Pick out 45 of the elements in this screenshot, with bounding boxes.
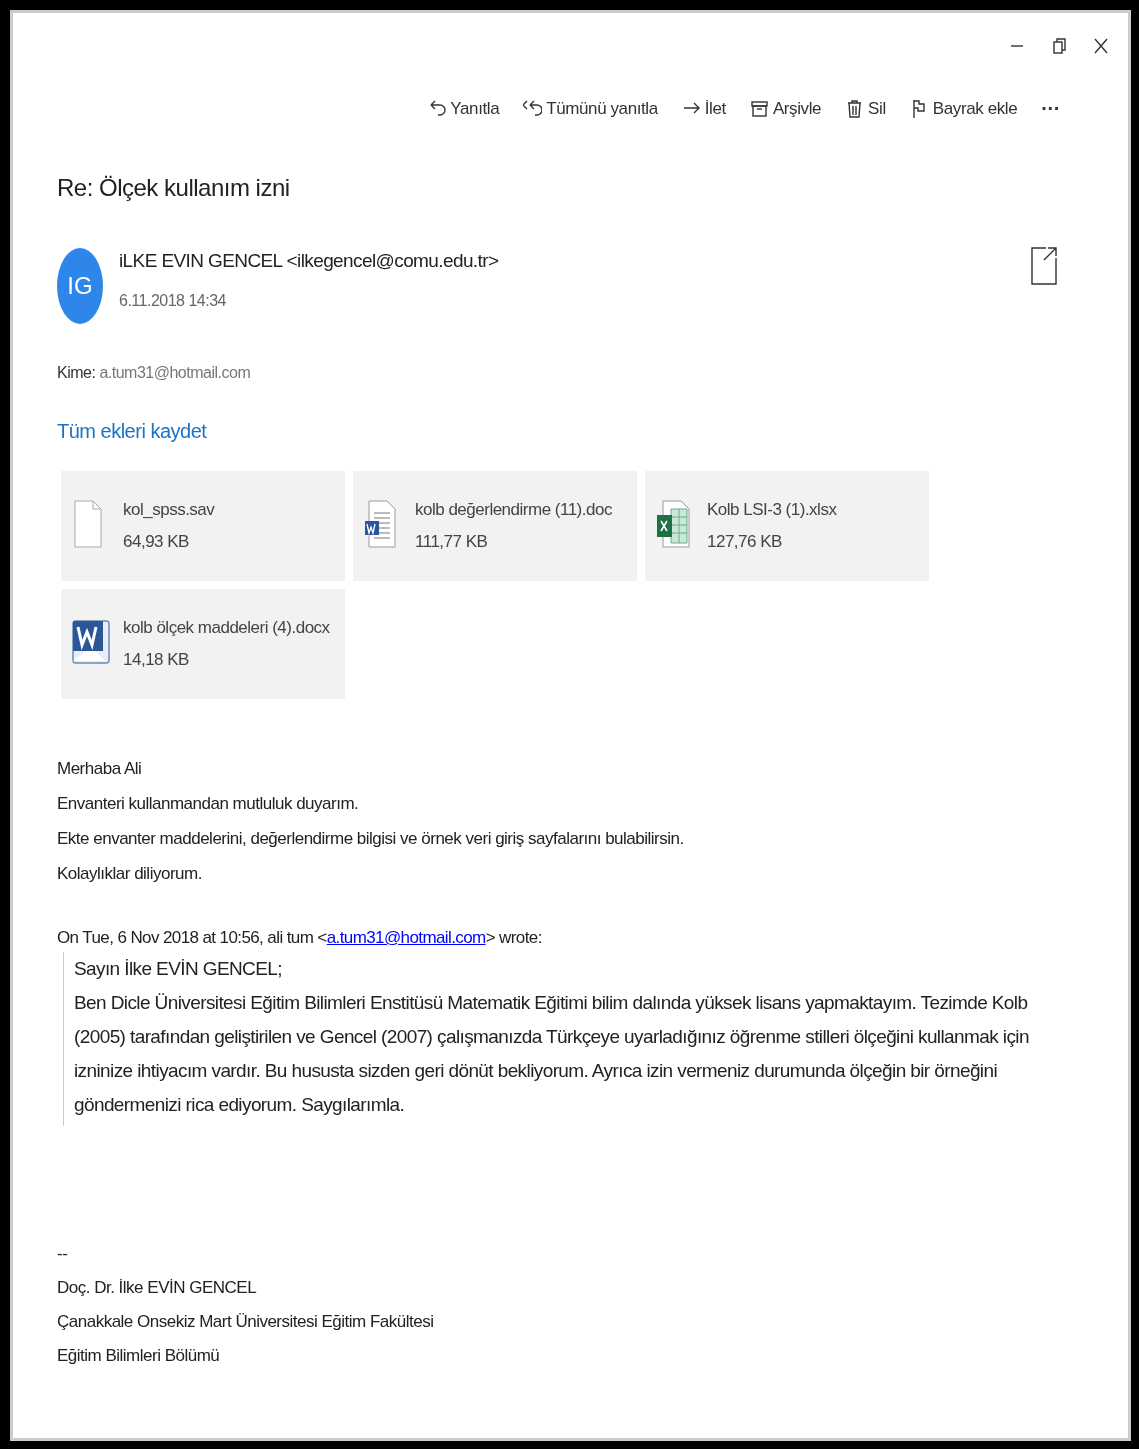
email-subject: Re: Ölçek kullanım izni bbox=[57, 174, 290, 202]
restore-icon[interactable] bbox=[1050, 37, 1068, 55]
attachment-card[interactable]: Kolb LSI-3 (1).xlsx 127,76 KB bbox=[645, 471, 929, 581]
attachment-card[interactable]: kol_spss.sav 64,93 KB bbox=[61, 471, 345, 581]
email-link[interactable]: a.tum31@hotmail.com bbox=[326, 928, 486, 947]
signature-text: Eğitim Bilimleri Bölümü bbox=[57, 1346, 220, 1366]
toolbar-button[interactable]: Arşivle bbox=[747, 95, 824, 122]
quote-header-text: > wrote: bbox=[485, 928, 542, 947]
body-text: Envanteri kullanmandan mutluluk duyarım. bbox=[57, 794, 359, 814]
attachment-name: Kolb LSI-3 (1).xlsx bbox=[707, 500, 837, 520]
reply-all-icon bbox=[523, 98, 543, 119]
attachment-size: 14,18 KB bbox=[123, 650, 190, 670]
sender-name: iLKE EVIN GENCEL <ilkegencel@comu.edu.tr> bbox=[119, 250, 499, 272]
archive-icon bbox=[749, 98, 769, 119]
signature-text: -- bbox=[57, 1244, 68, 1264]
sent-date: 6.11.2018 14:34 bbox=[119, 292, 226, 310]
close-icon[interactable] bbox=[1092, 37, 1110, 55]
attachment-name: kol_spss.sav bbox=[123, 500, 215, 520]
attachment-name: kolb değerlendirme (11).doc bbox=[415, 500, 612, 520]
toolbar-button[interactable]: İlet bbox=[679, 95, 728, 122]
attachment-card[interactable]: kolb ölçek maddeleri (4).docx 14,18 KB bbox=[61, 589, 345, 699]
recipient-label: Kime: bbox=[57, 364, 96, 382]
toolbar-button[interactable]: Yanıtla bbox=[425, 95, 502, 122]
attachment-card[interactable]: kolb değerlendirme (11).doc 111,77 KB bbox=[353, 471, 637, 581]
toolbar-button[interactable]: Sil bbox=[843, 95, 888, 122]
toolbar-button[interactable]: Bayrak ekle bbox=[907, 95, 1020, 122]
body-text: Kolaylıklar diliyorum. bbox=[57, 864, 202, 884]
avatar: IG bbox=[57, 248, 103, 324]
attachment-name: kolb ölçek maddeleri (4).docx bbox=[123, 618, 330, 638]
quoted-text: Sayın İlke EVİN GENCEL; bbox=[74, 957, 283, 981]
attachment-size: 64,93 KB bbox=[123, 532, 190, 552]
signature-text: Doç. Dr. İlke EVİN GENCEL bbox=[57, 1278, 257, 1298]
toolbar-button[interactable]: Tümünü yanıtla bbox=[521, 95, 660, 122]
body-text: Ekte envanter maddelerini, değerlendirme bilgisi ve örnek veri giriş sayfalarını bulabilirsin. bbox=[57, 829, 684, 849]
recipient-address: a.tum31@hotmail.com bbox=[99, 364, 251, 382]
more-button[interactable]: ··· bbox=[1039, 95, 1062, 122]
body-text: Merhaba Ali bbox=[57, 759, 142, 779]
pop-out-icon[interactable] bbox=[1030, 246, 1058, 286]
signature-text: Çanakkale Onsekiz Mart Üniversitesi Eğitim Fakültesi bbox=[57, 1312, 434, 1332]
quote-header-text: On Tue, 6 Nov 2018 at 10:56, ali tum < bbox=[57, 928, 327, 947]
word-icon bbox=[71, 617, 111, 667]
attachment-size: 111,77 KB bbox=[415, 532, 489, 552]
save-all-link[interactable]: Tüm ekleri kaydet bbox=[57, 420, 207, 443]
quoted-text: Ben Dicle Üniversitesi Eğitim Bilimleri Enstitüsü Matematik Eğitimi bilim dalında yüksek lisans yapmaktayım. Tezimde Kolb (2005) tarafından geliştirilen ve Gencel (2007) çalışmanızda Türkçeye uyarladığınız öğrenme stilleri ölçeğini kullanmak için izninize ihtiyacım vardır. Bu hususta sizden geri dönüt bekliyorum. Ayrıca izin vermeniz durumunda ölçeğin bir örneğini göndermenizi rica ediyorum. Saygılarımla. bbox=[74, 991, 1030, 1117]
attachment-size: 127,76 KB bbox=[707, 532, 783, 552]
